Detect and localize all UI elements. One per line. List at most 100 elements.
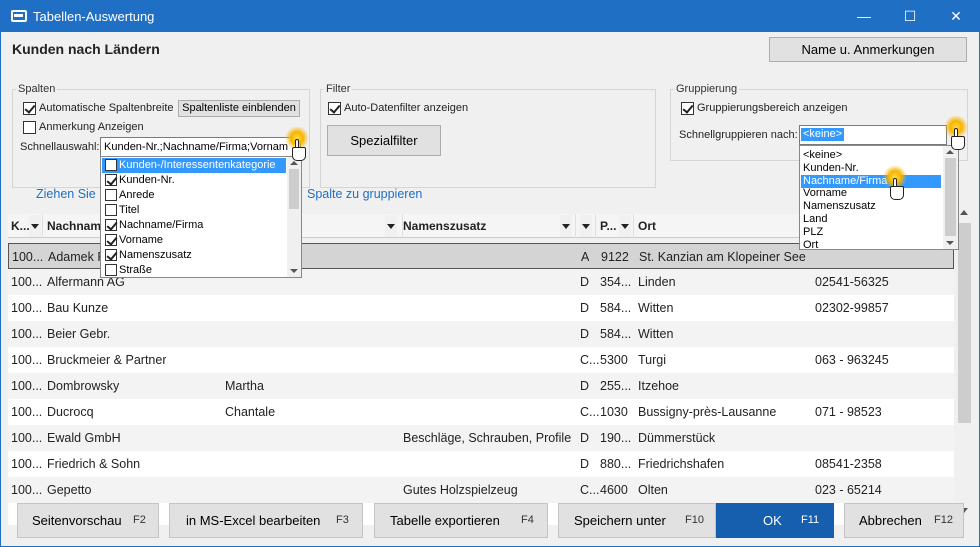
- close-button[interactable]: ✕: [933, 1, 979, 32]
- table-row[interactable]: 100... Ewald GmbH Beschläge, Schrauben, Pr…: [8, 425, 954, 451]
- cell-zip: 4600: [600, 483, 628, 497]
- cell-phone: 08541-2358: [815, 457, 882, 471]
- ok-button[interactable]: OK F11: [716, 503, 834, 538]
- cell-phone: 02541-56325: [815, 275, 889, 289]
- annotation-checkbox[interactable]: [23, 121, 36, 134]
- excel-edit-key: F3: [336, 514, 349, 526]
- table-row[interactable]: 100... Gepetto Gutes Holzspielzeug C... 4600…: [8, 477, 954, 503]
- auto-filter-checkbox[interactable]: [328, 102, 341, 115]
- cancel-button[interactable]: Abbrechen F12: [844, 503, 964, 538]
- column-option-checkbox[interactable]: [105, 189, 117, 201]
- cell-country: D: [580, 379, 590, 393]
- column-option[interactable]: Anrede: [102, 188, 286, 203]
- quick-group-value: <keine>: [801, 128, 845, 141]
- cell-city: St. Kanzian am Klopeiner See: [639, 250, 806, 264]
- column-dropdown-scrollbar[interactable]: [287, 157, 301, 277]
- group-option[interactable]: Land: [801, 213, 941, 226]
- column-header-customer-no-filter-icon[interactable]: [29, 215, 41, 237]
- group-option[interactable]: <keine>: [801, 149, 941, 162]
- group-option[interactable]: Nachname/Firma: [801, 174, 941, 188]
- table-row[interactable]: 100... Beier Gebr. D 584... Witten: [8, 321, 954, 347]
- column-option[interactable]: Kunden-Nr.: [102, 173, 286, 188]
- table-row[interactable]: 100... Friedrich & Sohn D 880... Friedrichsh…: [8, 451, 954, 477]
- column-option[interactable]: Straße: [102, 263, 286, 278]
- name-annotations-button[interactable]: Name u. Anmerkungen: [769, 37, 967, 62]
- group-by-dropdown[interactable]: <keine> Kunden-Nr. Nachname/Firma Vorname Na…: [799, 145, 959, 252]
- column-option-checkbox[interactable]: [105, 249, 117, 261]
- group-option[interactable]: Kunden-Nr.: [801, 162, 941, 175]
- column-option-label: Straße: [119, 264, 153, 276]
- column-dropdown-down-icon[interactable]: [290, 269, 298, 273]
- column-option-label: Anrede: [119, 189, 155, 201]
- excel-edit-button[interactable]: in MS-Excel bearbeiten F3: [169, 503, 363, 538]
- table-row[interactable]: 100... Bau Kunze D 584... Witten 02302-99857: [8, 295, 954, 321]
- cell-city: Itzehoe: [638, 379, 680, 393]
- excel-edit-label: in MS-Excel bearbeiten: [186, 513, 321, 528]
- page-title: Kunden nach Ländern: [12, 41, 160, 57]
- column-option-label: Vorname: [119, 234, 164, 246]
- cell-customer-no: 100...: [11, 327, 43, 341]
- special-filter-button[interactable]: Spezialfilter: [327, 125, 441, 156]
- maximize-button[interactable]: ☐: [887, 1, 933, 32]
- column-header-addition-filter-icon[interactable]: [560, 215, 572, 237]
- column-option[interactable]: Namenszusatz: [102, 248, 286, 263]
- column-option-checkbox[interactable]: [105, 234, 117, 246]
- cell-addition: Beschläge, Schrauben, Profile: [403, 431, 572, 445]
- export-table-button[interactable]: Tabelle exportieren F4: [374, 503, 548, 538]
- column-dropdown-thumb[interactable]: [289, 169, 299, 209]
- table-row[interactable]: 100... Ducrocq Chantale C... 1030 Bussigny-pr…: [8, 399, 954, 425]
- cell-country: C...: [580, 405, 600, 419]
- group-option[interactable]: PLZ: [801, 226, 941, 239]
- group-option[interactable]: Ort: [801, 239, 941, 252]
- cancel-key: F12: [934, 514, 953, 526]
- column-option[interactable]: Kunden-/Interessentenkategorie: [102, 158, 286, 173]
- auto-width-checkbox[interactable]: [23, 102, 36, 115]
- cell-phone: 02302-99857: [815, 301, 889, 315]
- column-option-checkbox[interactable]: [105, 264, 117, 276]
- quick-select-combo[interactable]: Kunden-Nr.;Nachname/Firma;Vornam: [100, 137, 301, 157]
- column-option-checkbox[interactable]: [105, 174, 117, 186]
- cell-country: A: [581, 250, 590, 264]
- cell-zip: 190...: [600, 431, 632, 445]
- grouping-area-checkbox[interactable]: [681, 102, 694, 115]
- column-option-checkbox[interactable]: [105, 219, 117, 231]
- column-option[interactable]: Vorname: [102, 233, 286, 248]
- quick-group-combo[interactable]: <keine>: [799, 125, 947, 145]
- column-option[interactable]: Nachname/Firma: [102, 218, 286, 233]
- cell-customer-no: 100...: [11, 457, 43, 471]
- column-option-label: Nachname/Firma: [119, 219, 204, 231]
- group-dropdown-thumb[interactable]: [945, 158, 956, 236]
- cell-country: C...: [580, 353, 600, 367]
- column-option[interactable]: Titel: [102, 203, 286, 218]
- vertical-scrollbar[interactable]: [956, 205, 973, 518]
- cell-firstname: Chantale: [225, 405, 276, 419]
- table-row[interactable]: 100... Bruckmeier & Partner C... 5300 Turgi 0…: [8, 347, 954, 373]
- table-row[interactable]: 100... Dombrowsky Martha D 255... Itzehoe: [8, 373, 954, 399]
- show-column-list-button[interactable]: Spaltenliste einblenden: [178, 100, 300, 117]
- column-option-checkbox[interactable]: [105, 204, 117, 216]
- page-preview-button[interactable]: Seitenvorschau F2: [17, 503, 159, 538]
- minimize-button[interactable]: —: [841, 1, 887, 32]
- group-dropdown-scrollbar[interactable]: [943, 146, 958, 249]
- group-option[interactable]: Vorname: [801, 187, 941, 200]
- cell-city: Friedrichshafen: [638, 457, 725, 471]
- cell-zip: 255...: [600, 379, 632, 393]
- cell-phone: 063 - 963245: [815, 353, 889, 367]
- column-header-country-filter-icon[interactable]: [580, 215, 592, 237]
- scroll-thumb[interactable]: [958, 223, 971, 423]
- scroll-up-icon[interactable]: [960, 210, 968, 215]
- group-dropdown-down-icon[interactable]: [946, 241, 954, 245]
- cell-zip: 584...: [600, 301, 632, 315]
- column-header-firstname-filter-icon[interactable]: [385, 215, 397, 237]
- column-header-city-label: Ort: [638, 219, 656, 233]
- group-option[interactable]: Namenszusatz: [801, 200, 941, 213]
- column-selection-dropdown[interactable]: Kunden-/Interessentenkategorie Kunden-Nr.…: [100, 156, 302, 278]
- cell-country: D: [580, 327, 590, 341]
- column-option-checkbox[interactable]: [105, 159, 117, 171]
- column-header-addition[interactable]: Namenszusatz: [403, 214, 576, 238]
- save-as-button[interactable]: Speichern unter F10: [558, 503, 716, 538]
- column-option-label: Titel: [119, 204, 140, 216]
- cell-customer-no: 100...: [11, 405, 43, 419]
- column-header-zip-filter-icon[interactable]: [619, 215, 631, 237]
- column-option-label: Kunden-/Interessentenkategorie: [119, 159, 276, 171]
